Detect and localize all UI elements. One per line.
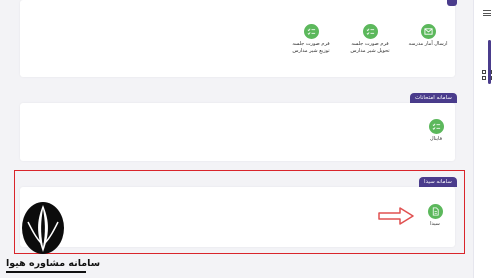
- checklist-icon: [303, 24, 319, 39]
- section-card-top: ارسال آمار مدرسه فرم صورت جلسه تحویل شیر…: [20, 0, 455, 77]
- brand-underline: [6, 271, 86, 273]
- brand-name: سامانه مشاوره هیوا: [6, 258, 101, 269]
- tile-label-line1: فرم صورت جلسه: [292, 41, 330, 47]
- tile-label: فاینال: [430, 136, 442, 142]
- tile-label: ارسال آمار مدرسه: [408, 41, 448, 47]
- checklist-icon: [428, 119, 444, 134]
- tile-label-line1: فرم صورت جلسه: [351, 41, 389, 47]
- tile-label-line2: تحویل شیر مدارس: [350, 48, 390, 54]
- checklist-icon: [362, 24, 378, 39]
- mail-icon: [420, 24, 436, 39]
- menu-icon[interactable]: [483, 10, 491, 16]
- tile-milk-distribution-form[interactable]: فرم صورت جلسه توزیع شیر مدارس: [283, 24, 339, 55]
- scroll-indicator[interactable]: [488, 40, 491, 84]
- tile-milk-delivery-form[interactable]: فرم صورت جلسه تحویل شیر مدارس: [342, 24, 398, 55]
- section-tab-exams: سامانه امتحانات: [410, 93, 457, 103]
- highlight-box: [14, 170, 465, 254]
- tile-final[interactable]: فاینال: [418, 119, 454, 143]
- brand-logo: [18, 200, 68, 256]
- tile-school-stats[interactable]: ارسال آمار مدرسه: [403, 24, 453, 48]
- section-card-exams: فاینال: [20, 103, 455, 161]
- section-tab-top: [447, 0, 457, 6]
- tile-label-line2: توزیع شیر مدارس: [292, 48, 330, 54]
- right-sidebar: [473, 0, 500, 278]
